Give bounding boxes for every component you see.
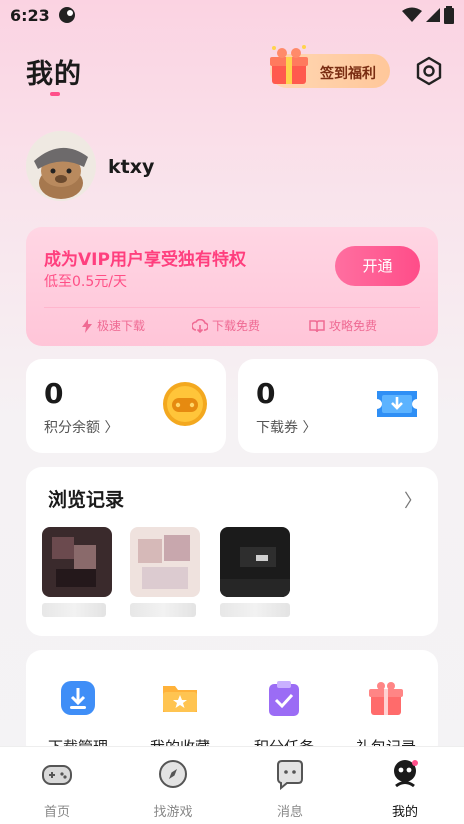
status-time: 6:23 xyxy=(10,6,50,25)
benefit-label: 攻略免费 xyxy=(329,319,378,333)
nav-label: 我的 xyxy=(391,805,418,820)
book-icon xyxy=(309,319,325,332)
history-more-arrow[interactable]: 〉 xyxy=(404,487,422,513)
status-bar: 6:23 xyxy=(0,0,464,32)
points-label: 积分余额 〉 xyxy=(44,420,119,436)
avatar[interactable] xyxy=(26,131,96,201)
cloud-download-icon xyxy=(192,318,208,333)
ticket-download-icon xyxy=(377,391,417,417)
blurred-thumbnail xyxy=(130,527,200,597)
capybara-avatar-icon xyxy=(26,131,96,201)
bottom-navigation: 首页 找游戏 消息 我的 xyxy=(0,746,464,824)
nav-home[interactable]: 首页 xyxy=(12,757,102,820)
battery-icon xyxy=(444,6,454,24)
coupon-label: 下载券 〉 xyxy=(256,420,317,436)
benefit-free-guide: 攻略免费 xyxy=(309,317,377,334)
nav-label: 找游戏 xyxy=(153,805,193,820)
benefit-free-download: 下载免费 xyxy=(192,317,260,334)
gift-box-icon xyxy=(369,682,403,715)
vip-divider xyxy=(44,307,420,308)
nav-profile[interactable]: 我的 xyxy=(360,757,450,820)
title-underline xyxy=(50,92,60,96)
download-manager-icon xyxy=(61,681,95,715)
history-title: 浏览记录 xyxy=(48,489,125,511)
app-notification-icon xyxy=(59,7,75,23)
signal-icon xyxy=(426,8,440,22)
gamepad-icon xyxy=(42,765,72,785)
username: ktxy xyxy=(108,156,155,178)
nav-find-games[interactable]: 找游戏 xyxy=(128,757,218,820)
coin-gamepad-icon xyxy=(163,382,207,426)
blurred-thumbnail xyxy=(42,527,112,597)
vip-open-button[interactable]: 开通 xyxy=(335,246,420,286)
benefit-label: 下载免费 xyxy=(212,319,261,333)
tools-card: 下载管理 我的收藏 积分任务 礼包记录 xyxy=(26,650,438,760)
browse-history-card: 浏览记录 〉 xyxy=(26,467,438,636)
message-icon xyxy=(277,760,303,791)
history-item-caption xyxy=(42,603,106,617)
signin-rewards-button[interactable]: 签到福利 xyxy=(270,45,390,88)
signin-label: 签到福利 xyxy=(320,66,376,82)
vip-card[interactable]: 成为VIP用户享受独有特权 低至0.5元/天 开通 极速下载 下载免费 攻略免费 xyxy=(26,227,438,346)
favorites-folder-icon xyxy=(163,686,197,712)
vip-title: 成为VIP用户享受独有特权 xyxy=(44,250,246,270)
page-title: 我的 xyxy=(26,59,82,90)
nav-messages[interactable]: 消息 xyxy=(245,757,335,820)
benefit-label: 极速下载 xyxy=(97,319,146,333)
points-value: 0 xyxy=(44,377,64,410)
gift-box-icon xyxy=(270,45,308,84)
nav-label: 消息 xyxy=(276,805,303,820)
coupon-value: 0 xyxy=(256,377,276,410)
blurred-thumbnail xyxy=(220,527,290,597)
benefit-fast-download: 极速下载 xyxy=(81,317,145,334)
download-coupon-card[interactable]: 0 下载券 〉 xyxy=(238,359,438,453)
nav-label: 首页 xyxy=(43,805,70,820)
settings-gear-icon[interactable] xyxy=(414,56,444,86)
profile-icon xyxy=(394,760,418,788)
history-item-caption xyxy=(220,603,290,617)
vip-subtitle: 低至0.5元/天 xyxy=(44,274,127,290)
history-item-thumbnail[interactable] xyxy=(130,527,200,597)
history-item-caption xyxy=(130,603,196,617)
history-item-thumbnail[interactable] xyxy=(42,527,112,597)
task-clipboard-icon xyxy=(269,681,299,716)
compass-icon xyxy=(159,760,187,788)
history-item-thumbnail[interactable] xyxy=(220,527,290,597)
wifi-icon xyxy=(402,7,422,22)
lightning-icon xyxy=(82,318,92,333)
status-indicators xyxy=(402,6,454,24)
points-balance-card[interactable]: 0 积分余额 〉 xyxy=(26,359,226,453)
